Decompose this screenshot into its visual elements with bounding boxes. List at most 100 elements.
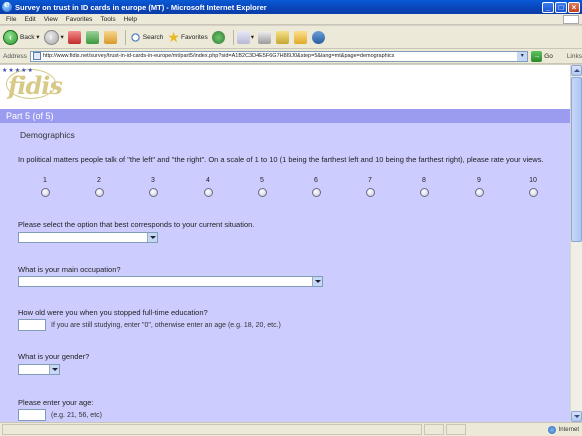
toolbar-separator: [232, 29, 234, 45]
scale-radio-2[interactable]: [94, 188, 104, 197]
address-url[interactable]: http://www.fidis.net/survey/trust-in-id-…: [43, 53, 517, 59]
political-scale: 1 2 3 4 5 6 7 8 9 10: [30, 177, 550, 201]
favorites-star-icon: ★: [167, 29, 180, 45]
scale-number: 6: [314, 177, 318, 184]
scale-radio-7[interactable]: [365, 188, 375, 197]
page-icon: [32, 52, 41, 60]
folder-button[interactable]: [293, 30, 308, 44]
vertical-scrollbar[interactable]: [570, 65, 582, 422]
scroll-up-icon[interactable]: [571, 65, 582, 76]
education-age-input[interactable]: [18, 319, 46, 331]
chevron-down-icon[interactable]: [312, 277, 322, 286]
back-arrow-icon: ‹: [3, 29, 18, 45]
favorites-button[interactable]: ★ Favorites: [167, 29, 208, 45]
scale-option-2: 2: [84, 177, 114, 197]
maximize-button[interactable]: □: [555, 1, 567, 13]
home-button[interactable]: [103, 30, 118, 44]
chevron-down-icon[interactable]: [147, 233, 157, 242]
occupation-select[interactable]: [18, 276, 323, 287]
search-button[interactable]: Search: [128, 30, 164, 44]
folder-icon: [293, 30, 307, 44]
status-text-cell: [2, 424, 422, 435]
gender-select[interactable]: [18, 364, 60, 375]
situation-select[interactable]: [18, 232, 158, 243]
scale-radio-9[interactable]: [474, 188, 484, 197]
status-bar: Internet: [0, 422, 582, 436]
window-controls: _ □ ×: [542, 1, 580, 13]
status-cell: [446, 424, 466, 435]
scale-option-6: 6: [301, 177, 331, 197]
menu-favorites[interactable]: Favorites: [66, 16, 93, 23]
menu-help[interactable]: Help: [124, 16, 137, 23]
scale-radio-3[interactable]: [148, 188, 158, 197]
refresh-button[interactable]: [85, 30, 100, 44]
chevron-down-icon[interactable]: [49, 365, 59, 374]
scale-radio-1[interactable]: [40, 188, 50, 197]
search-label: Search: [142, 33, 164, 41]
edit-button[interactable]: [275, 30, 290, 44]
question-situation: Please select the option that best corre…: [18, 220, 255, 229]
history-button[interactable]: [211, 30, 226, 44]
education-hint: If you are still studying, enter "0", ot…: [51, 322, 281, 329]
print-icon: [257, 30, 271, 44]
go-button[interactable]: Go: [544, 53, 553, 60]
chevron-down-icon[interactable]: ▾: [61, 33, 64, 41]
scale-radio-8[interactable]: [419, 188, 429, 197]
back-button[interactable]: ‹ Back ▾: [3, 29, 40, 45]
edit-icon: [275, 30, 289, 44]
history-icon: [211, 30, 225, 44]
menu-view[interactable]: View: [44, 16, 58, 23]
scale-option-9: 9: [464, 177, 494, 197]
scale-option-4: 4: [193, 177, 223, 197]
close-button[interactable]: ×: [568, 1, 580, 13]
menu-edit[interactable]: Edit: [24, 16, 35, 23]
chevron-down-icon[interactable]: ▾: [251, 33, 254, 41]
chevron-down-icon[interactable]: ▾: [517, 51, 528, 61]
age-input[interactable]: [18, 409, 46, 421]
scrollbar-thumb[interactable]: [571, 77, 582, 242]
age-hint: (e.g. 21, 56, etc): [51, 412, 102, 419]
windows-logo-icon: [563, 14, 579, 24]
scale-option-5: 5: [247, 177, 277, 197]
scale-option-8: 8: [409, 177, 439, 197]
forward-button[interactable]: › ▾: [43, 29, 64, 45]
scale-number: 5: [260, 177, 264, 184]
scroll-down-icon[interactable]: [571, 411, 582, 422]
scale-radio-5[interactable]: [257, 188, 267, 197]
stop-button[interactable]: [67, 30, 82, 44]
scale-option-1: 1: [30, 177, 60, 197]
logo-wordmark: fidis: [8, 71, 63, 100]
scale-number: 1: [43, 177, 47, 184]
forward-arrow-icon: ›: [43, 29, 59, 45]
internet-explorer-icon: [2, 0, 12, 12]
mail-button[interactable]: ▾: [236, 30, 254, 44]
address-field[interactable]: http://www.fidis.net/survey/trust-in-id-…: [29, 50, 529, 62]
menu-file[interactable]: File: [6, 16, 16, 23]
minimize-button[interactable]: _: [542, 1, 554, 13]
page-header: ★★★★★ fidis: [0, 65, 570, 109]
scale-radio-6[interactable]: [311, 188, 321, 197]
scale-option-10: 10: [518, 177, 548, 197]
links-label[interactable]: Links: [567, 53, 582, 60]
section-title: Demographics: [20, 130, 75, 140]
chevron-down-icon[interactable]: ▾: [34, 33, 39, 41]
scale-option-7: 7: [355, 177, 385, 197]
scale-radio-4[interactable]: [203, 188, 213, 197]
title-bar: Survey on trust in ID cards in europe (M…: [0, 0, 582, 14]
messenger-icon: [311, 30, 325, 44]
print-button[interactable]: [257, 30, 272, 44]
go-arrow-icon[interactable]: →: [531, 50, 543, 62]
menu-tools[interactable]: Tools: [100, 16, 115, 23]
messenger-button[interactable]: [311, 30, 326, 44]
question-education: How old were you when you stopped full-t…: [18, 308, 208, 317]
search-icon: [128, 30, 142, 44]
zone-label: Internet: [558, 426, 579, 433]
status-cell: [424, 424, 444, 435]
scale-option-3: 3: [138, 177, 168, 197]
scale-number: 9: [477, 177, 481, 184]
scale-radio-10[interactable]: [528, 188, 538, 197]
refresh-icon: [85, 30, 99, 44]
question-political: In political matters people talk of "the…: [18, 155, 544, 164]
page-content: ★★★★★ fidis Part 5 (of 5) Demographics I…: [0, 65, 570, 422]
favorites-label: Favorites: [180, 33, 208, 41]
